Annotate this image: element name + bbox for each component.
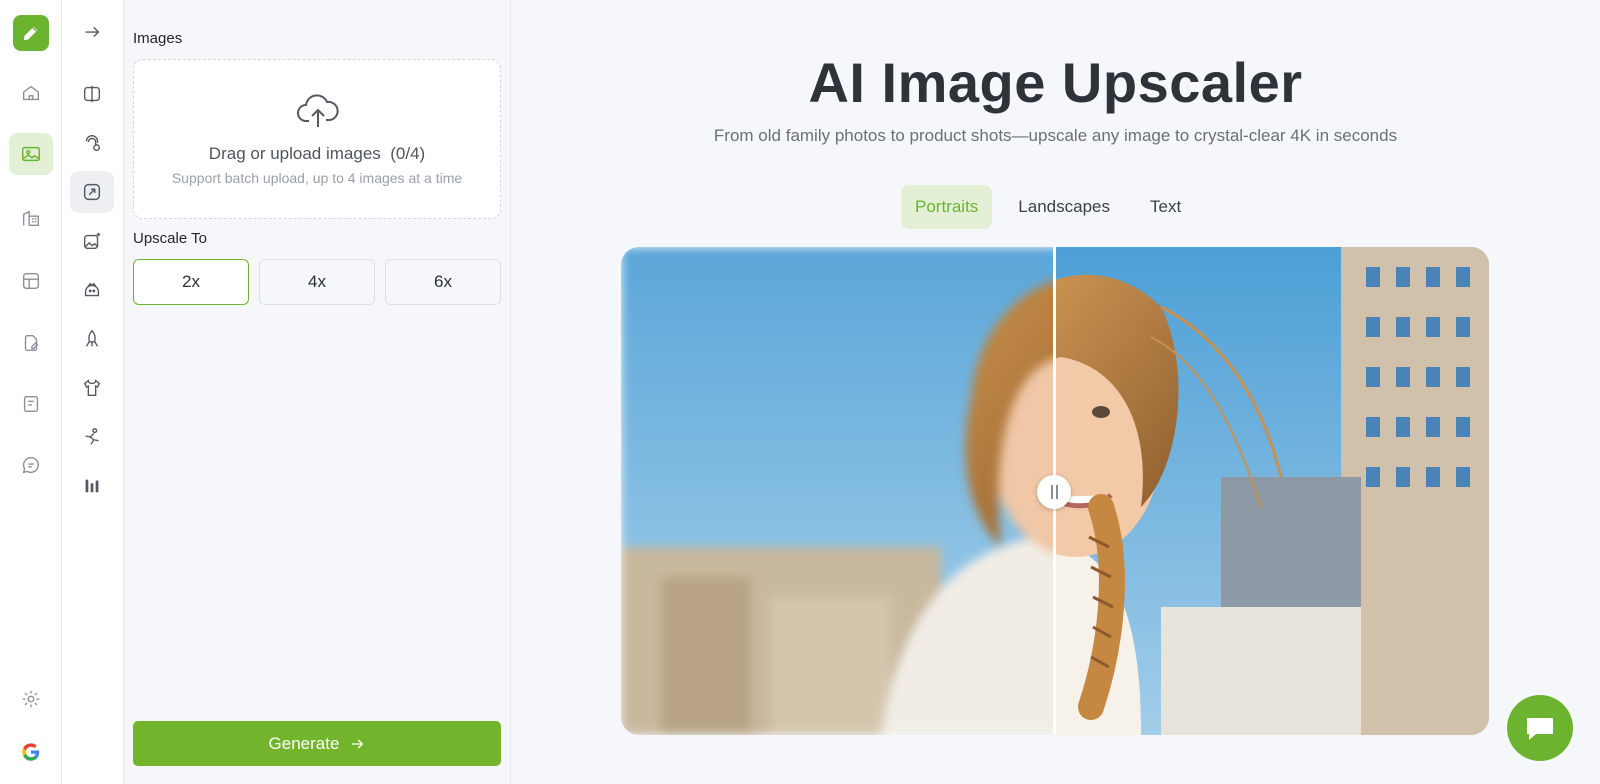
- generate-button[interactable]: Generate: [133, 721, 501, 766]
- nav-settings[interactable]: [9, 678, 53, 720]
- tab-landscapes[interactable]: Landscapes: [1004, 185, 1124, 229]
- layout-icon: [22, 272, 40, 290]
- nav-building[interactable]: [9, 197, 53, 239]
- example-tabs: Portraits Landscapes Text: [901, 185, 1195, 229]
- nav-notes[interactable]: [9, 383, 53, 425]
- images-label: Images: [133, 30, 183, 47]
- support-chat-button[interactable]: [1507, 695, 1573, 761]
- nav-chat[interactable]: [9, 444, 53, 486]
- tool-sidebar: [62, 0, 124, 784]
- cloud-upload-icon: [297, 94, 339, 127]
- collapse-button[interactable]: [70, 11, 114, 53]
- upload-count: (0/4): [390, 144, 426, 163]
- tool-outfit[interactable]: [70, 367, 114, 409]
- tool-upscale[interactable]: [70, 171, 114, 213]
- generate-label: Generate: [268, 733, 340, 753]
- upload-dropzone[interactable]: Drag or upload images (0/4) Support batc…: [133, 59, 501, 219]
- google-icon: [22, 743, 40, 761]
- arrow-right-icon: [352, 739, 364, 748]
- tool-image-generate[interactable]: [70, 220, 114, 262]
- arrow-right-icon: [85, 26, 100, 38]
- nav-image-tools[interactable]: [9, 133, 53, 175]
- scale-6x-button[interactable]: 6x: [385, 259, 501, 305]
- page-title: AI Image Upscaler: [808, 51, 1303, 114]
- upscale-to-label: Upscale To: [133, 230, 207, 247]
- before-after-comparison[interactable]: [621, 247, 1489, 735]
- note-icon: [23, 395, 39, 413]
- upload-title-text: Drag or upload images: [208, 144, 381, 163]
- comparison-slider-handle[interactable]: [1037, 475, 1071, 509]
- after-image: [1055, 247, 1489, 735]
- nav-layout[interactable]: [9, 260, 53, 302]
- home-icon: [22, 85, 40, 101]
- tool-rocket[interactable]: [70, 318, 114, 360]
- building-icon: [22, 210, 40, 227]
- tool-compare[interactable]: [70, 73, 114, 115]
- page-subtitle: From old family photos to product shots—…: [713, 126, 1398, 145]
- chat-icon: [22, 456, 39, 474]
- tool-bars[interactable]: [70, 465, 114, 507]
- dance-icon: [85, 428, 99, 445]
- face-swap-icon: [85, 135, 101, 152]
- tool-avatar[interactable]: [70, 269, 114, 311]
- gear-icon: [22, 690, 40, 708]
- bars-icon: [85, 479, 99, 493]
- tab-portraits[interactable]: Portraits: [901, 185, 993, 229]
- scale-4x-button[interactable]: 4x: [259, 259, 375, 305]
- pencil-icon: [23, 26, 38, 41]
- shirt-icon: [83, 379, 101, 397]
- upload-hint: Support batch upload, up to 4 images at …: [171, 170, 463, 186]
- upscale-icon: [83, 183, 101, 201]
- upload-title: Drag or upload images (0/4): [134, 144, 500, 164]
- nav-file-edit[interactable]: [9, 322, 53, 364]
- settings-panel: Images Drag or upload images (0/4) Suppo…: [124, 0, 511, 784]
- avatar-icon: [84, 282, 100, 297]
- nav-home[interactable]: [9, 72, 53, 114]
- image-sparkle-icon: [83, 232, 101, 250]
- main-content: AI Image Upscaler From old family photos…: [511, 0, 1600, 784]
- google-account[interactable]: [9, 731, 53, 773]
- tool-dance[interactable]: [70, 416, 114, 458]
- file-edit-icon: [24, 334, 39, 352]
- compare-icon: [83, 85, 101, 103]
- chat-bubble-icon: [1527, 718, 1553, 740]
- before-image: [621, 247, 1055, 735]
- tab-text[interactable]: Text: [1136, 185, 1195, 229]
- scale-2x-button[interactable]: 2x: [133, 259, 249, 305]
- tool-face-swap[interactable]: [70, 122, 114, 164]
- app-logo[interactable]: [13, 15, 49, 51]
- rocket-icon: [85, 329, 99, 347]
- image-icon: [22, 146, 40, 162]
- primary-sidebar: [0, 0, 62, 784]
